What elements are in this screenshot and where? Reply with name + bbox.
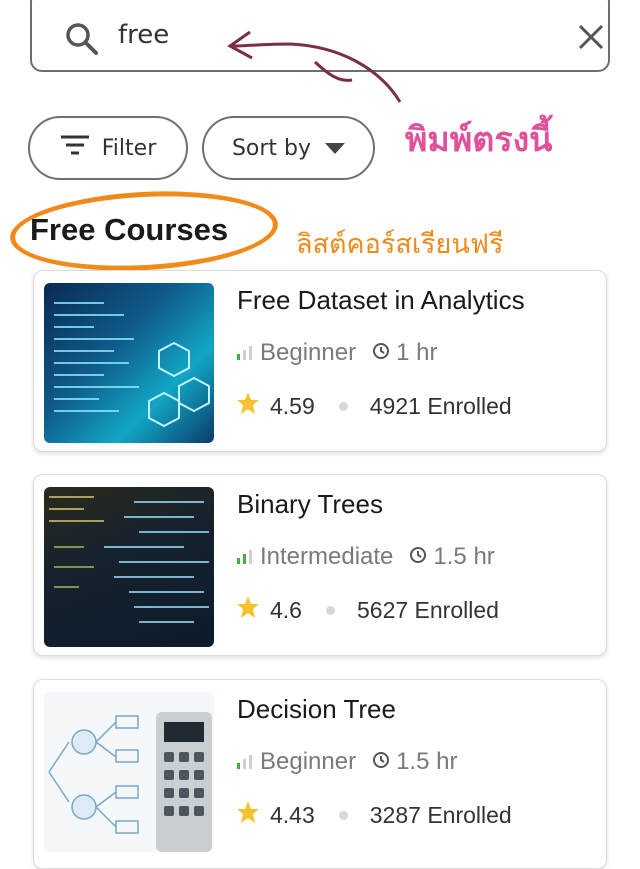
clock-icon [372, 748, 390, 776]
course-title: Free Dataset in Analytics [237, 285, 525, 315]
course-enrolled: 5627 Enrolled [356, 596, 499, 623]
course-duration: 1 hr [396, 339, 438, 366]
dropdown-arrow-icon [325, 136, 346, 161]
course-title: Binary Trees [237, 489, 383, 519]
course-level: Beginner [260, 339, 357, 366]
star-icon [236, 391, 260, 421]
filter-label: Filter [101, 135, 157, 161]
course-level: Intermediate [260, 543, 394, 570]
star-icon [236, 595, 260, 625]
close-icon[interactable] [577, 23, 605, 55]
course-meta: Beginner 1 hr [236, 339, 437, 367]
course-enrolled: 4921 Enrolled [369, 392, 512, 419]
course-stats: 4.43 3287 Enrolled [236, 800, 512, 830]
course-rating: 4.59 [270, 392, 315, 419]
course-title: Decision Tree [237, 694, 396, 724]
sort-by-button[interactable]: Sort by [202, 116, 375, 180]
course-meta: Intermediate 1.5 hr [236, 543, 495, 571]
separator-dot [325, 605, 335, 615]
filter-icon [60, 134, 90, 162]
section-title: Free Courses [30, 212, 229, 247]
course-rating: 4.6 [270, 596, 302, 623]
sort-label: Sort by [231, 135, 312, 161]
course-thumbnail [44, 283, 214, 443]
separator-dot [338, 810, 348, 820]
course-rating: 4.43 [270, 801, 315, 828]
course-thumbnail [44, 692, 214, 852]
course-stats: 4.6 5627 Enrolled [236, 595, 499, 625]
course-enrolled: 3287 Enrolled [369, 801, 512, 828]
annotation-list-hint: ลิสต์คอร์สเรียนฟรี [296, 229, 504, 260]
level-bars-icon [236, 543, 254, 571]
course-card[interactable]: Binary Trees Intermediate 1.5 hr 4.6 562… [33, 474, 607, 656]
search-icon [65, 22, 99, 60]
annotation-search-hint: พิมพ์ตรงนี้ [405, 120, 553, 160]
course-thumbnail [44, 487, 214, 647]
course-stats: 4.59 4921 Enrolled [236, 391, 512, 421]
course-card[interactable]: Free Dataset in Analytics Beginner 1 hr … [33, 270, 607, 452]
course-card[interactable]: Decision Tree Beginner 1.5 hr 4.43 3287 … [33, 679, 607, 869]
search-value[interactable]: free [118, 20, 169, 50]
star-icon [236, 800, 260, 830]
clock-icon [372, 339, 390, 367]
annotation-arrow [227, 30, 402, 103]
course-level: Beginner [260, 748, 357, 775]
filter-button[interactable]: Filter [28, 116, 188, 180]
separator-dot [338, 401, 348, 411]
course-duration: 1.5 hr [396, 748, 458, 775]
course-meta: Beginner 1.5 hr [236, 748, 457, 776]
clock-icon [409, 543, 427, 571]
course-duration: 1.5 hr [433, 543, 495, 570]
level-bars-icon [236, 748, 254, 776]
level-bars-icon [236, 339, 254, 367]
